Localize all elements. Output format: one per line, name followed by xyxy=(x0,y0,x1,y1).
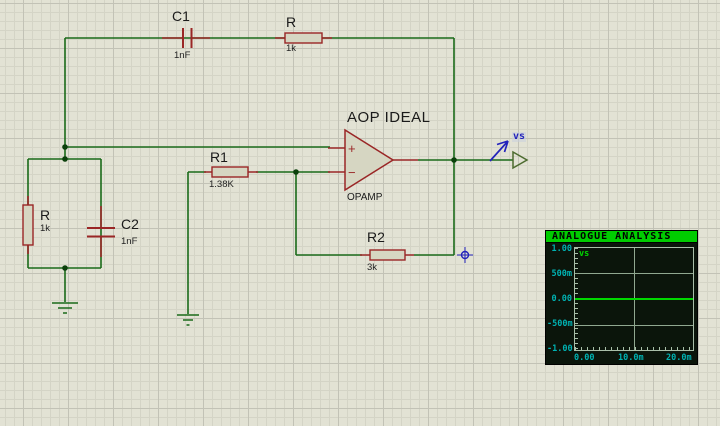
resistor-r-top[interactable] xyxy=(284,32,323,44)
ground-symbol[interactable] xyxy=(52,302,78,314)
c1-value-label[interactable]: 1nF xyxy=(174,51,190,61)
x-tick-10m: 10.0m xyxy=(618,353,644,363)
analogue-analysis-window[interactable]: ANALOGUE ANALYSIS vs 1.00 500m 0.00 -500… xyxy=(545,230,698,365)
analysis-titlebar[interactable]: ANALOGUE ANALYSIS xyxy=(546,231,697,243)
x-tick-20m: 20.0m xyxy=(666,353,692,363)
voltage-probe-icon[interactable] xyxy=(489,140,509,162)
r2-ref-label[interactable]: R2 xyxy=(367,230,385,244)
opamp-body[interactable] xyxy=(344,128,395,192)
x-tick-0: 0.00 xyxy=(574,353,595,363)
output-terminal[interactable] xyxy=(512,150,529,170)
y-tick-0: 0.00 xyxy=(551,294,572,304)
ground-symbol[interactable] xyxy=(177,314,199,326)
r-left-value-label[interactable]: 1k xyxy=(40,224,50,234)
c1-ref-label[interactable]: C1 xyxy=(172,9,190,23)
analysis-plot-area[interactable]: vs xyxy=(574,247,694,351)
trace-legend-vs: vs xyxy=(579,249,590,259)
y-tick-1: 1.00 xyxy=(551,244,572,254)
r-left-ref-label[interactable]: R xyxy=(40,208,50,222)
y-tick-n500m: -500m xyxy=(547,319,573,329)
resistor-r-left[interactable] xyxy=(22,204,34,246)
resistor-r2[interactable] xyxy=(369,249,406,261)
probe-vs-label[interactable]: vs xyxy=(512,132,527,142)
opamp-model-label[interactable]: OPAMP xyxy=(347,193,382,203)
r2-value-label[interactable]: 3k xyxy=(367,263,377,273)
schematic-canvas[interactable]: + − C1 1nF R 1k R 1k C2 1nF R1 1.38K R2 … xyxy=(0,0,720,426)
r-top-ref-label[interactable]: R xyxy=(286,15,296,29)
opamp-minus-pin: − xyxy=(348,165,356,180)
c2-value-label[interactable]: 1nF xyxy=(121,237,137,247)
r1-value-label[interactable]: 1.38K xyxy=(209,180,234,190)
resistor-r1[interactable] xyxy=(211,166,249,178)
opamp-plus-pin: + xyxy=(348,141,356,156)
vs-trace xyxy=(575,298,693,300)
opamp-ref-label[interactable]: AOP IDEAL xyxy=(347,110,430,125)
r1-ref-label[interactable]: R1 xyxy=(210,150,228,164)
y-tick-n1: -1.00 xyxy=(547,344,573,354)
r-top-value-label[interactable]: 1k xyxy=(286,44,296,54)
y-tick-500m: 500m xyxy=(551,269,572,279)
c2-ref-label[interactable]: C2 xyxy=(121,217,139,231)
wire-network[interactable] xyxy=(27,37,513,314)
cursor-crosshair-icon xyxy=(457,247,473,263)
